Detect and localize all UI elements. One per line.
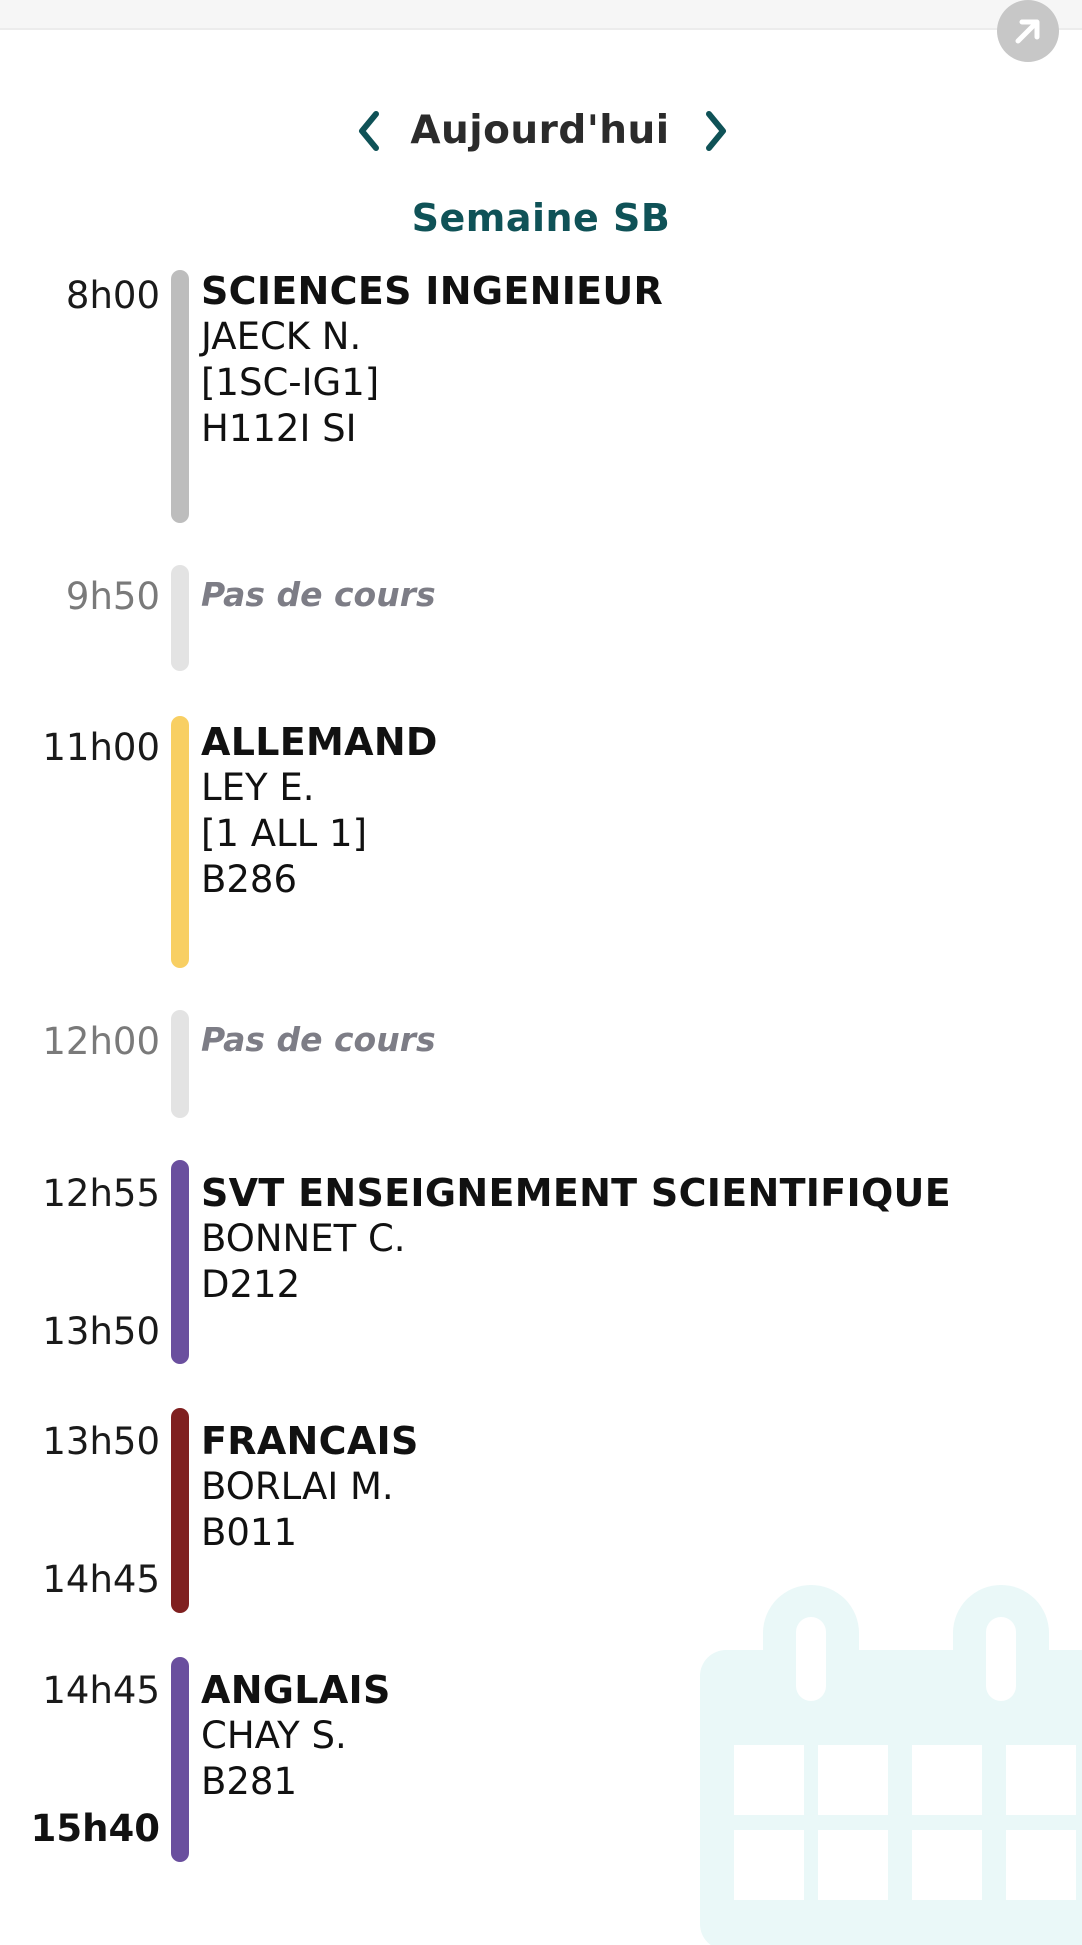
room-name: H112I SI (201, 407, 357, 450)
room-name: B286 (201, 858, 298, 901)
subject-name: SVT ENSEIGNEMENT SCIENTIFIQUE (201, 1171, 951, 1215)
end-time: 15h40 (30, 1807, 160, 1850)
teacher-name: JAECK N. (201, 315, 362, 358)
end-time: 14h45 (42, 1558, 160, 1601)
room-name: B281 (201, 1760, 298, 1803)
subject-color-bar (171, 1408, 189, 1613)
subject-color-bar (171, 716, 189, 968)
schedule-list: 8h00 SCIENCES INGENIEUR JAECK N. [1SC-IG… (0, 0, 1082, 1924)
start-time: 9h50 (65, 575, 160, 618)
end-time: 13h50 (42, 1310, 160, 1353)
course-details: SVT ENSEIGNEMENT SCIENTIFIQUE BONNET C. … (201, 1170, 951, 1308)
schedule-item[interactable]: 13h50 14h45 FRANCAIS BORLAI M. B011 (0, 1408, 1082, 1613)
subject-name: ANGLAIS (201, 1668, 391, 1712)
course-details: ALLEMAND LEY E. [1 ALL 1] B286 (201, 719, 438, 903)
course-details: SCIENCES INGENIEUR JAECK N. [1SC-IG1] H1… (201, 268, 663, 452)
subject-name: FRANCAIS (201, 1419, 419, 1463)
course-details: FRANCAIS BORLAI M. B011 (201, 1418, 419, 1556)
schedule-item[interactable]: 14h45 15h40 ANGLAIS CHAY S. B281 (0, 1657, 1082, 1862)
start-time: 14h45 (42, 1669, 160, 1712)
room-name: B011 (201, 1511, 298, 1554)
schedule-item[interactable]: 11h00 ALLEMAND LEY E. [1 ALL 1] B286 (0, 714, 1082, 968)
teacher-name: LEY E. (201, 766, 315, 809)
teacher-name: BONNET C. (201, 1217, 406, 1260)
start-time: 13h50 (42, 1420, 160, 1463)
free-period: 12h00 Pas de cours (0, 1010, 1082, 1118)
subject-color-bar (171, 1160, 189, 1364)
start-time: 8h00 (65, 274, 160, 317)
free-period: 9h50 Pas de cours (0, 565, 1082, 671)
course-details: ANGLAIS CHAY S. B281 (201, 1667, 391, 1805)
start-time: 12h00 (42, 1020, 160, 1063)
schedule-item[interactable]: 8h00 SCIENCES INGENIEUR JAECK N. [1SC-IG… (0, 268, 1082, 523)
schedule-item[interactable]: 12h55 13h50 SVT ENSEIGNEMENT SCIENTIFIQU… (0, 1160, 1082, 1364)
start-time: 11h00 (42, 726, 160, 769)
free-period-details: Pas de cours (201, 1018, 436, 1062)
start-time: 12h55 (42, 1172, 160, 1215)
free-period-details: Pas de cours (201, 573, 436, 617)
group-name: [1 ALL 1] (201, 812, 368, 855)
subject-name: ALLEMAND (201, 720, 438, 764)
no-course-label: Pas de cours (201, 1020, 436, 1059)
teacher-name: BORLAI M. (201, 1465, 394, 1508)
teacher-name: CHAY S. (201, 1714, 347, 1757)
subject-color-bar (171, 1657, 189, 1862)
subject-color-bar (171, 270, 189, 523)
room-name: D212 (201, 1263, 301, 1306)
no-course-label: Pas de cours (201, 575, 436, 614)
free-period-bar (171, 1010, 189, 1118)
free-period-bar (171, 565, 189, 671)
subject-name: SCIENCES INGENIEUR (201, 269, 664, 313)
group-name: [1SC-IG1] (201, 361, 380, 404)
